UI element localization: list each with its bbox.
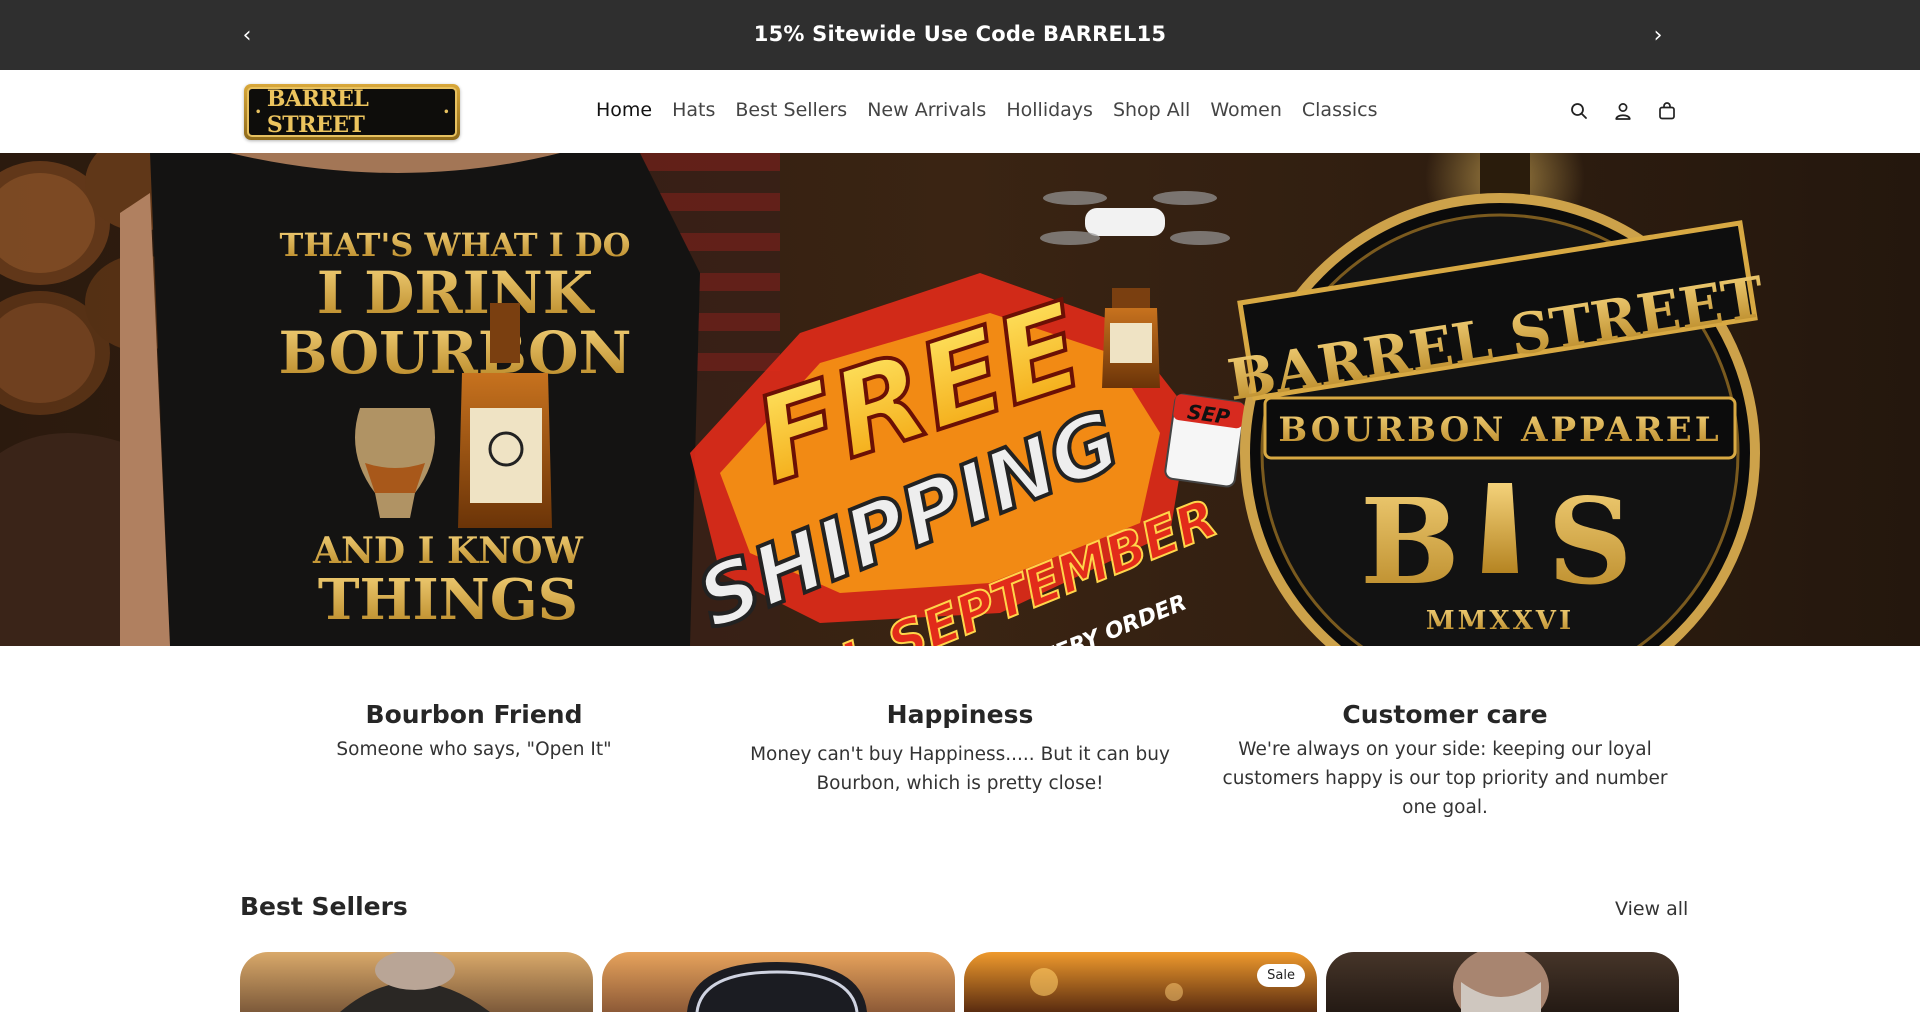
- shirt-line-4: AND I KNOW: [312, 530, 584, 572]
- site-logo[interactable]: • BARREL STREET •: [244, 84, 460, 140]
- feature-customer-care: Customer care We're always on your side:…: [1210, 700, 1680, 822]
- product-image: [687, 962, 867, 1012]
- announcement-next-button[interactable]: ›: [1643, 20, 1673, 50]
- product-image: [1453, 952, 1549, 1012]
- product-card[interactable]: [602, 952, 955, 1012]
- nav-hats[interactable]: Hats: [672, 99, 715, 121]
- feature-title: Happiness: [886, 700, 1034, 729]
- feature-text: We're always on your side: keeping our l…: [1222, 739, 1668, 818]
- badge-year: MMXXVI: [1426, 606, 1574, 636]
- feature-text: Money can't buy Happiness..... But it ca…: [750, 744, 1170, 794]
- announcement-text: 15% Sitewide Use Code BARREL15: [753, 22, 1167, 46]
- feature-text: Someone who says, "Open It": [336, 739, 612, 760]
- logo-text: BARREL STREET: [266, 86, 369, 138]
- nav-women[interactable]: Women: [1210, 99, 1282, 121]
- nav-hollidays[interactable]: Hollidays: [1006, 99, 1093, 121]
- hero-image: THAT'S WHAT I DO I DRINK BOURBON AND I K…: [0, 153, 1920, 646]
- feature-title: Customer care: [1342, 700, 1548, 729]
- shirt-line-2: I DRINK: [317, 259, 596, 327]
- main-nav: Home Hats Best Sellers New Arrivals Holl…: [596, 99, 1378, 121]
- shirt-line-5: THINGS: [318, 567, 578, 633]
- nav-best-sellers[interactable]: Best Sellers: [735, 99, 847, 121]
- shirt-line-3: BOURBON: [278, 319, 631, 387]
- badge-monogram-s: S: [1547, 472, 1632, 611]
- product-card[interactable]: [1326, 952, 1679, 1012]
- hero-banner[interactable]: THAT'S WHAT I DO I DRINK BOURBON AND I K…: [0, 153, 1920, 646]
- product-card[interactable]: [240, 952, 593, 1012]
- announcement-bar: ‹ 15% Sitewide Use Code BARREL15 ›: [0, 0, 1920, 70]
- best-sellers-list: Sale: [240, 952, 1679, 1012]
- feature-bourbon-friend: Bourbon Friend Someone who says, "Open I…: [240, 700, 708, 764]
- search-icon[interactable]: [1569, 101, 1589, 121]
- sale-badge: Sale: [1257, 964, 1305, 987]
- badge-line-2: BOURBON APPAREL: [1278, 410, 1721, 450]
- header-icons: [1569, 101, 1677, 121]
- product-image: [340, 952, 490, 1012]
- nav-shop-all[interactable]: Shop All: [1113, 99, 1190, 121]
- product-card[interactable]: Sale: [964, 952, 1317, 1012]
- nav-new-arrivals[interactable]: New Arrivals: [867, 99, 986, 121]
- feature-title: Bourbon Friend: [365, 700, 583, 729]
- view-all-link[interactable]: View all: [1615, 898, 1688, 920]
- feature-happiness: Happiness Money can't buy Happiness.....…: [726, 700, 1194, 798]
- chevron-right-icon: ›: [1653, 22, 1663, 48]
- site-header: • BARREL STREET • Home Hats Best Sellers…: [0, 70, 1920, 154]
- cart-icon[interactable]: [1657, 101, 1677, 121]
- account-icon[interactable]: [1613, 101, 1633, 121]
- badge-monogram-b: B: [1360, 472, 1460, 611]
- best-sellers-heading: Best Sellers: [240, 892, 408, 921]
- nav-classics[interactable]: Classics: [1302, 99, 1378, 121]
- nav-home[interactable]: Home: [596, 99, 652, 121]
